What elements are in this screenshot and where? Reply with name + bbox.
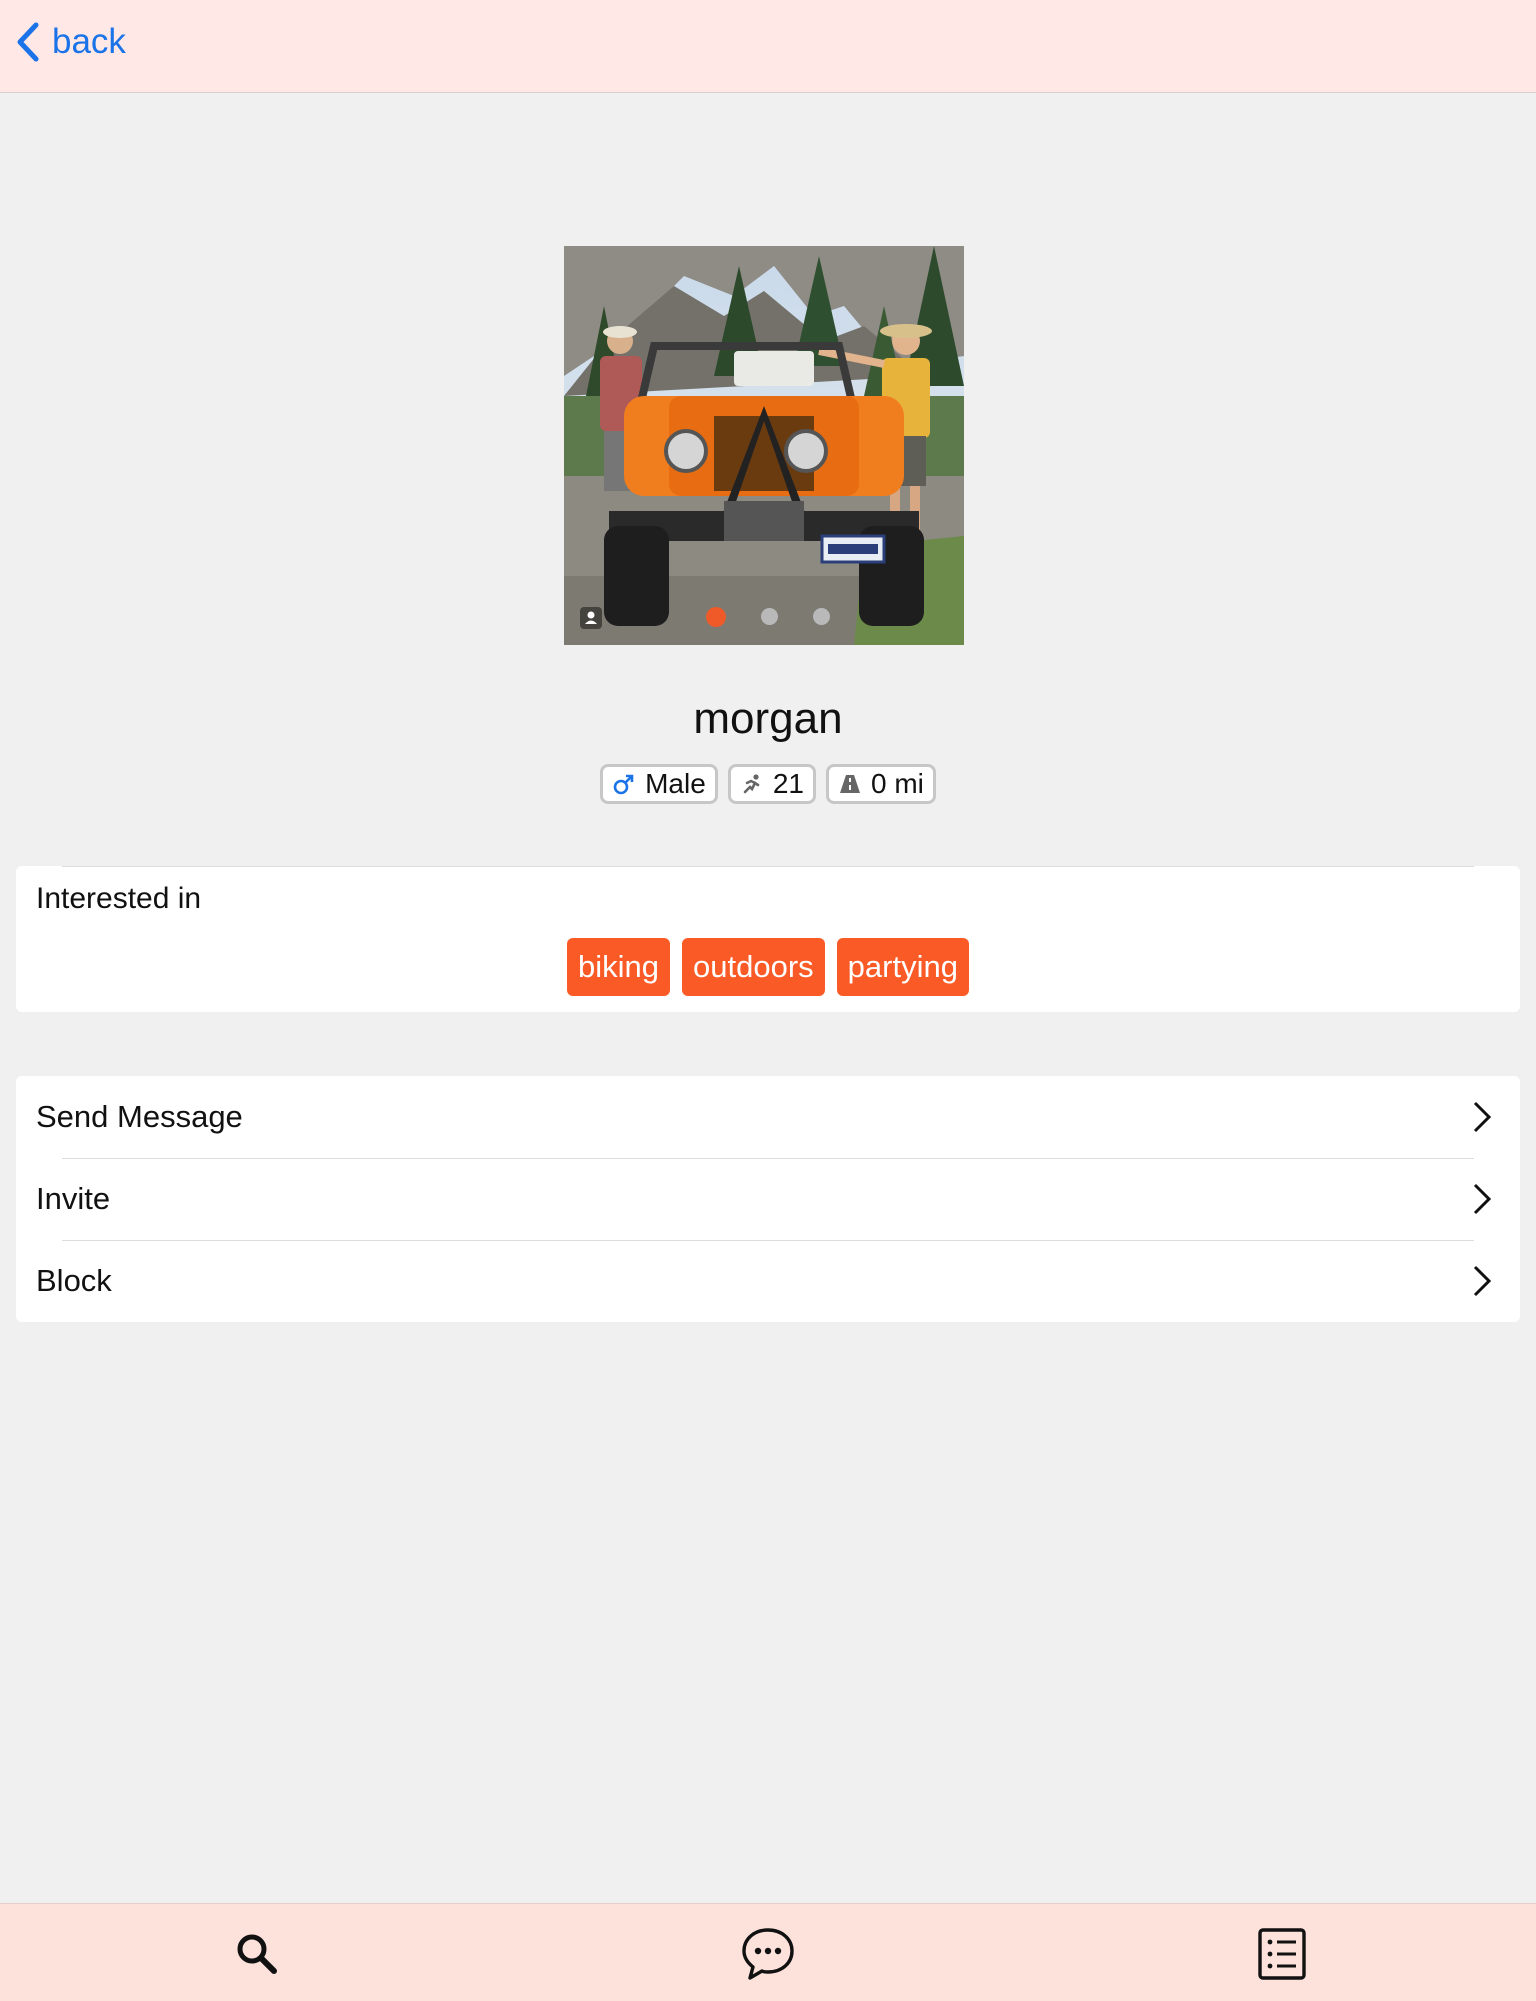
chevron-left-icon [17,22,39,62]
invite-label: Invite [36,1181,111,1216]
top-nav-bar: back [0,0,1536,93]
tab-messages[interactable] [738,1924,798,1984]
invite-button[interactable]: Invite [16,1158,1520,1240]
chevron-right-icon [1473,1101,1492,1133]
chat-icon [742,1928,794,1980]
chevron-right-icon [1473,1183,1492,1215]
carousel-dot[interactable] [706,607,726,627]
back-label: back [52,22,126,61]
chevron-right-icon [1473,1265,1492,1297]
divider [62,866,1474,867]
running-icon [743,774,760,794]
carousel-dots [564,607,964,627]
gender-label: Male [645,768,706,799]
block-label: Block [36,1263,112,1298]
interest-tag[interactable]: outdoors [682,938,825,996]
profile-photo [564,246,964,645]
action-list: Send Message Invite Block [16,1076,1520,1322]
interest-tag[interactable]: biking [567,938,671,996]
distance-chip: 0 mi [825,764,936,804]
carousel-dot[interactable] [813,608,830,625]
road-icon [839,775,860,793]
interests-title: Interested in [36,882,202,915]
send-message-label: Send Message [36,1099,243,1134]
tab-list[interactable] [1252,1924,1312,1984]
profile-name: morgan [693,694,843,743]
interest-tags: biking outdoors partying [16,938,1520,996]
distance-label: 0 mi [870,768,924,799]
carousel-dot[interactable] [761,608,778,625]
gender-chip: Male [600,764,718,804]
search-icon [237,1934,277,1974]
age-label: 21 [772,768,804,799]
send-message-button[interactable]: Send Message [16,1076,1520,1158]
back-button[interactable]: back [14,20,126,64]
interests-card: Interested in biking outdoors partying [16,866,1520,1012]
list-icon [1258,1928,1306,1980]
profile-photo-carousel[interactable] [564,246,964,645]
profile-chips: Male 21 0 mi [0,764,1536,804]
age-chip: 21 [727,764,816,804]
interest-tag[interactable]: partying [836,938,969,996]
male-icon [613,774,634,795]
block-button[interactable]: Block [16,1240,1520,1322]
bottom-tab-bar [0,1903,1536,2001]
tab-search[interactable] [227,1924,287,1984]
